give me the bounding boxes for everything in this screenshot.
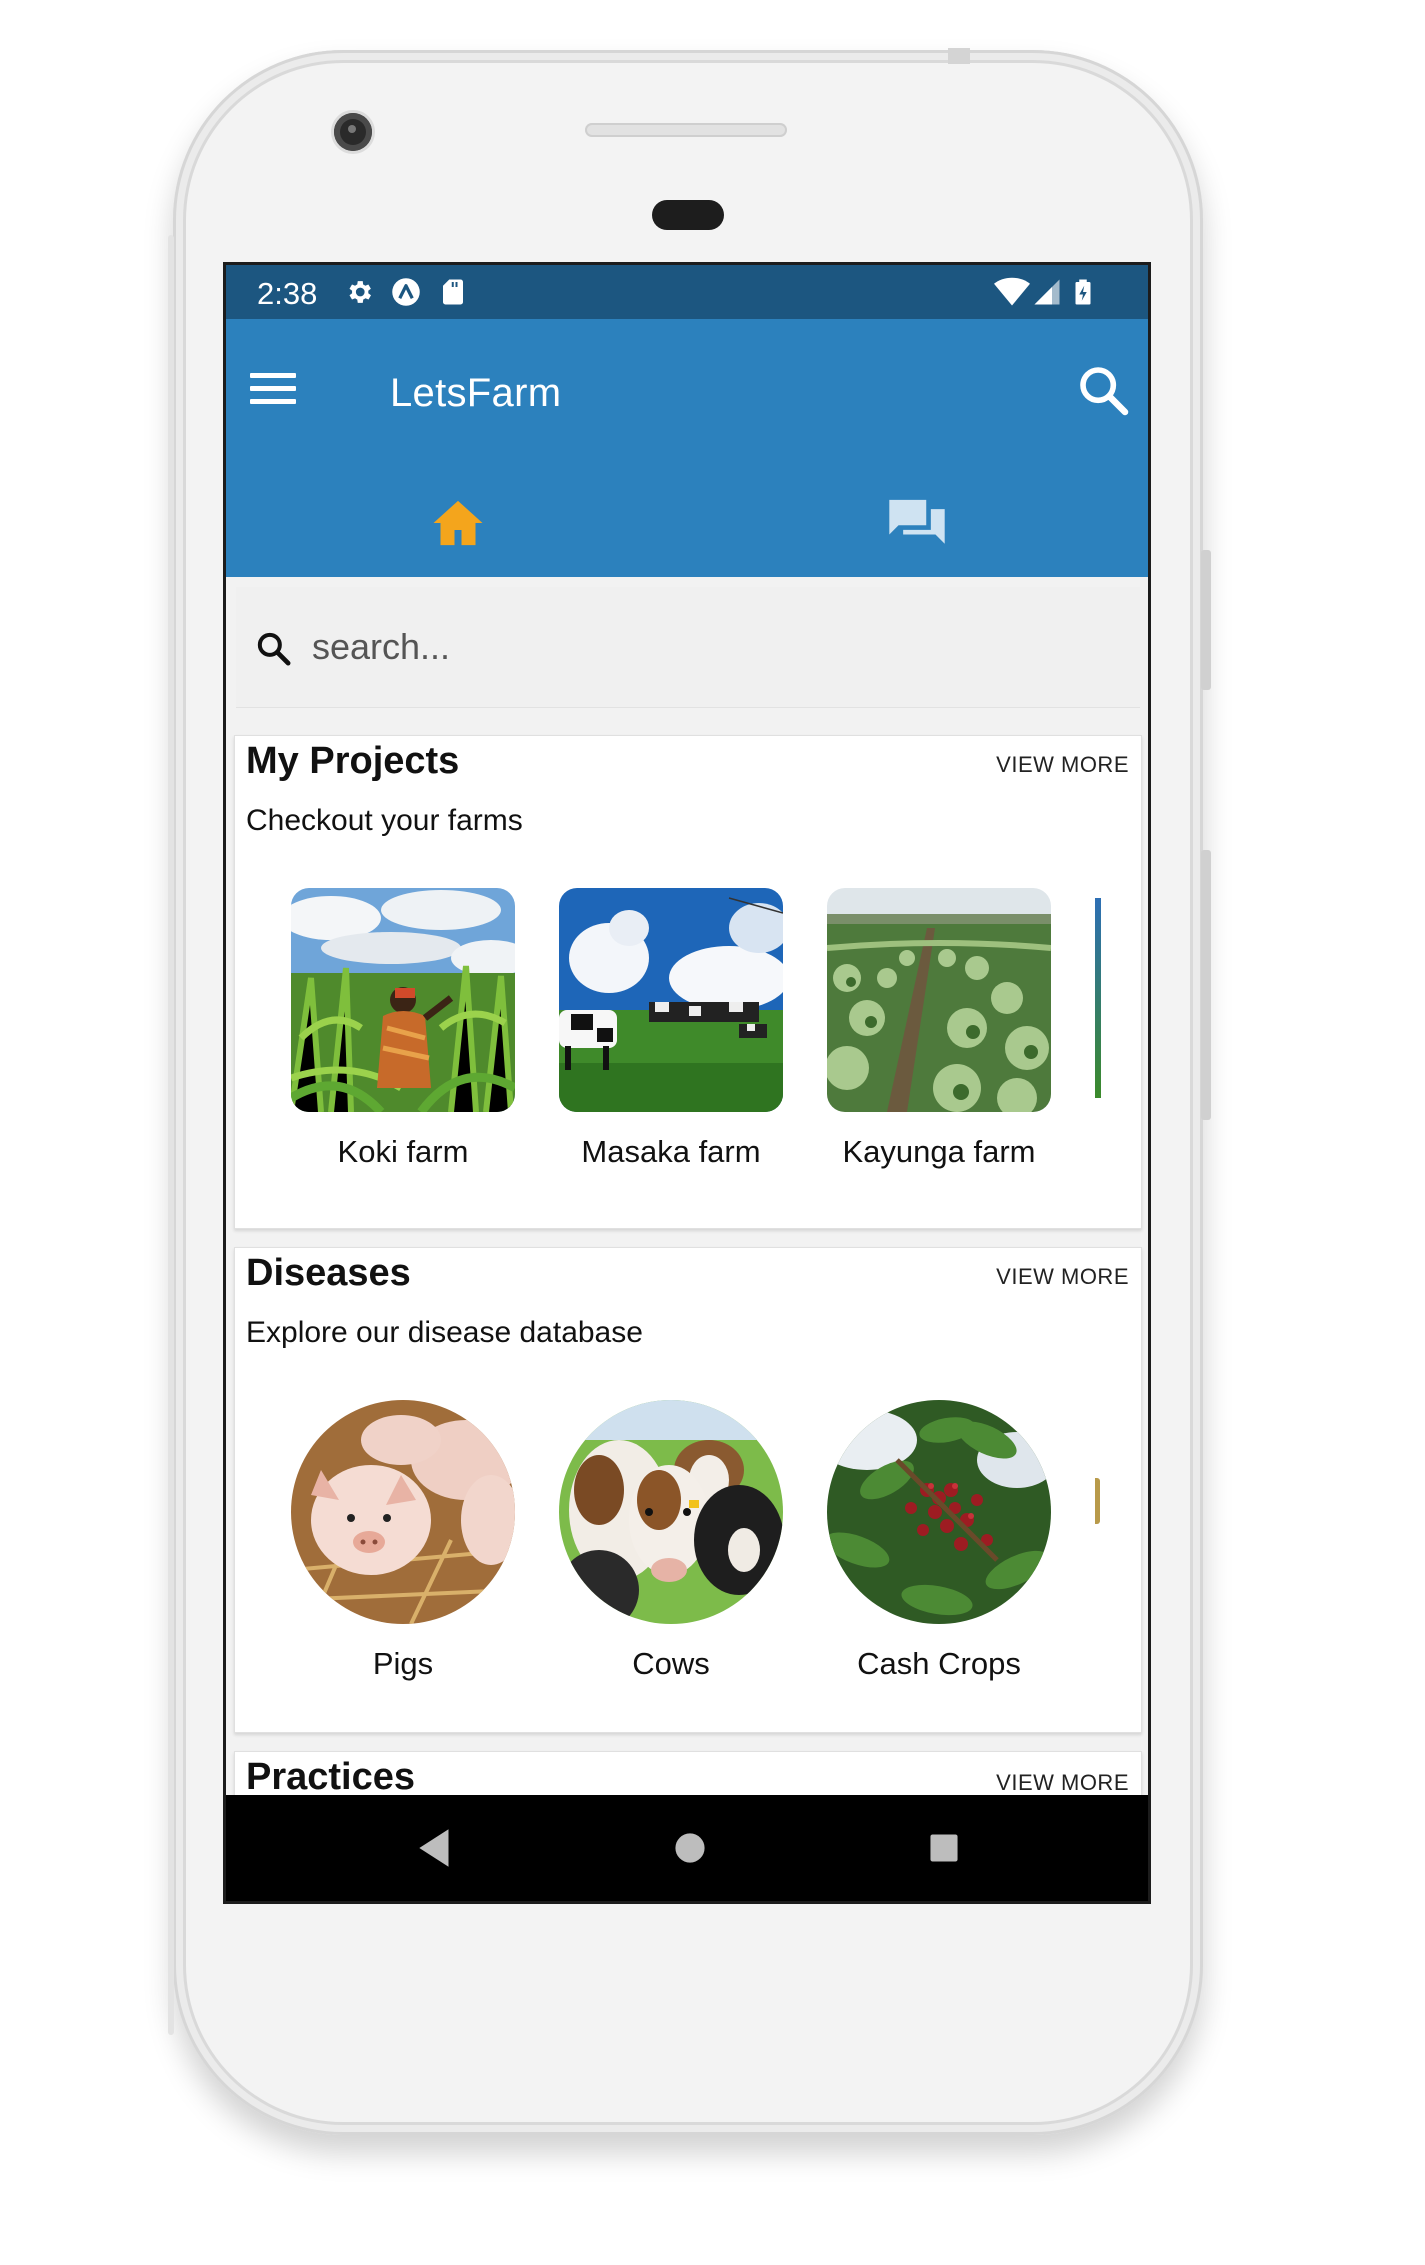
masaka-farm-image xyxy=(559,888,783,1112)
app-bar: LetsFarm xyxy=(226,319,1148,577)
disease-label: Pigs xyxy=(372,1646,434,1681)
phone-side-rail xyxy=(168,235,174,2035)
disease-item-cash-crops[interactable]: Cash Crops xyxy=(827,1400,1051,1681)
search-bar[interactable] xyxy=(236,587,1140,708)
a-circle-icon xyxy=(392,278,420,306)
search-field-icon xyxy=(257,632,291,666)
practices-title: Practices xyxy=(246,1756,416,1798)
cell-signal-icon xyxy=(1034,279,1060,305)
project-item-kayunga[interactable]: Kayunga farm xyxy=(827,888,1051,1169)
menu-button[interactable] xyxy=(246,365,302,413)
project-label: Koki farm xyxy=(337,1134,469,1169)
hamburger-menu-icon xyxy=(250,373,296,378)
home-nav-button[interactable] xyxy=(662,1823,718,1873)
back-button[interactable] xyxy=(408,1823,464,1873)
proximity-sensor xyxy=(652,200,724,230)
system-nav-bar xyxy=(226,1795,1148,1901)
status-bar: 2:38 xyxy=(226,265,1148,319)
hamburger-line xyxy=(250,386,296,391)
power-button xyxy=(1201,550,1211,690)
kayunga-farm-image xyxy=(827,888,1051,1112)
next-disease-peek xyxy=(1095,1478,1100,1524)
pigs-image xyxy=(291,1400,515,1624)
main-content[interactable]: My Projects VIEW MORE Checkout your farm… xyxy=(226,577,1148,1801)
volume-button xyxy=(1201,850,1211,1120)
diseases-title: Diseases xyxy=(246,1252,411,1294)
disease-item-pigs[interactable]: Pigs xyxy=(291,1400,515,1681)
project-label: Masaka farm xyxy=(581,1134,761,1169)
back-icon xyxy=(419,1829,449,1867)
chat-icon xyxy=(889,499,945,544)
koki-farm-image xyxy=(291,888,515,1112)
project-item-koki[interactable]: Koki farm xyxy=(291,888,515,1169)
earpiece-speaker xyxy=(585,123,787,137)
project-label: Kayunga farm xyxy=(842,1134,1036,1169)
project-item-masaka[interactable]: Masaka farm xyxy=(559,888,783,1169)
hamburger-line xyxy=(250,399,296,404)
search-input[interactable] xyxy=(310,617,1094,677)
projects-view-more-button[interactable]: VIEW MORE xyxy=(996,752,1129,778)
front-camera xyxy=(334,113,372,151)
next-project-peek xyxy=(1095,898,1101,1098)
settings-icon xyxy=(349,281,371,303)
status-time: 2:38 xyxy=(257,276,318,311)
disease-label: Cash Crops xyxy=(857,1646,1021,1681)
diseases-subtitle: Explore our disease database xyxy=(246,1316,643,1349)
recents-button[interactable] xyxy=(916,1823,972,1873)
projects-card: My Projects VIEW MORE Checkout your farm… xyxy=(234,735,1142,1229)
projects-title: My Projects xyxy=(246,740,460,782)
tab-home[interactable] xyxy=(226,479,690,575)
phone-top-notch xyxy=(948,48,970,64)
practices-card: Practices VIEW MORE xyxy=(234,1751,1142,1801)
cash-crops-image xyxy=(827,1400,1051,1624)
phone-screen: 2:38 LetsFarm search... My Projects VIEW… xyxy=(223,262,1151,1904)
diseases-view-more-button[interactable]: VIEW MORE xyxy=(996,1264,1129,1290)
page: 2:38 LetsFarm search... My Projects VIEW… xyxy=(0,0,1425,2265)
tab-chat[interactable] xyxy=(690,479,1148,575)
search-button[interactable] xyxy=(1076,363,1132,419)
wifi-icon xyxy=(994,277,1030,306)
app-title: LetsFarm xyxy=(390,371,562,415)
recents-square-icon xyxy=(930,1834,958,1862)
disease-label: Cows xyxy=(632,1646,710,1681)
disease-item-cows[interactable]: Cows xyxy=(559,1400,783,1681)
projects-subtitle: Checkout your farms xyxy=(246,804,523,837)
practices-view-more-button[interactable]: VIEW MORE xyxy=(996,1770,1129,1796)
battery-icon xyxy=(1075,279,1091,305)
search-icon xyxy=(1080,367,1129,416)
diseases-card: Diseases VIEW MORE Explore our disease d… xyxy=(234,1247,1142,1733)
home-icon xyxy=(433,500,483,546)
cows-image xyxy=(559,1400,783,1624)
home-circle-icon xyxy=(675,1833,705,1863)
sd-card-icon xyxy=(443,279,463,305)
